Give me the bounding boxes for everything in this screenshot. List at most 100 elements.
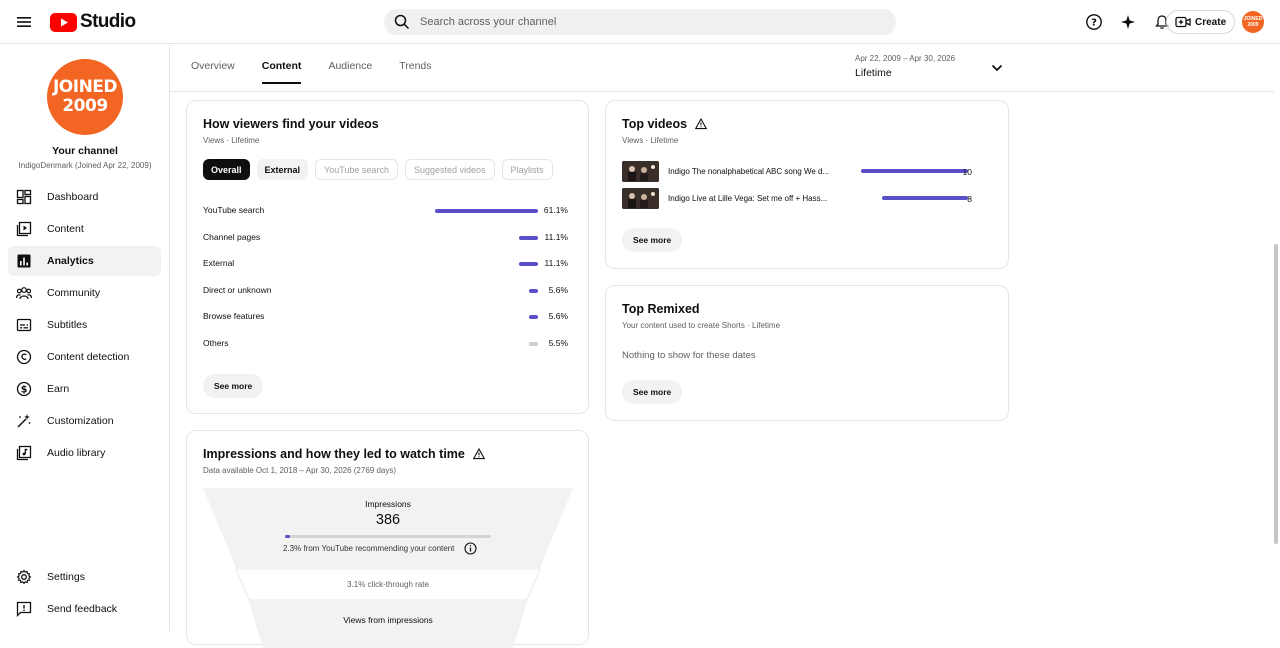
video-thumbnail[interactable] <box>622 161 659 182</box>
subtitles-icon <box>16 317 32 333</box>
traffic-source-bar <box>528 288 538 293</box>
search-input[interactable] <box>420 16 860 28</box>
traffic-source-row[interactable]: Browse features 5.6% <box>203 311 568 325</box>
top-videos-card: Top videos Views · Lifetime Indigo The n… <box>605 100 1009 269</box>
traffic-source-row[interactable]: Others 5.5% <box>203 338 568 352</box>
chip-suggested-videos: Suggested videos <box>404 159 495 180</box>
tab-content[interactable]: Content <box>261 60 302 84</box>
traffic-source-bar <box>519 235 538 240</box>
traffic-source-label: Direct or unknown <box>203 284 272 295</box>
community-icon <box>16 285 32 301</box>
chip-overall[interactable]: Overall <box>203 159 250 180</box>
top-bar: Studio ? Create JOINED 2009 <box>0 0 1280 44</box>
sidebar-item-label: Analytics <box>47 255 94 267</box>
tab-trends[interactable]: Trends <box>399 60 431 84</box>
search-bar[interactable] <box>384 9 896 35</box>
sidebar-item-subtitles[interactable]: Subtitles <box>8 310 161 340</box>
video-thumbnail[interactable] <box>622 188 659 209</box>
warning-icon[interactable] <box>472 448 485 460</box>
page-scrollbar[interactable] <box>1274 244 1278 544</box>
sidebar-item-content[interactable]: Content <box>8 214 161 244</box>
audio-library-icon <box>16 445 32 461</box>
dashboard-icon <box>16 189 32 205</box>
menu-icon[interactable] <box>14 12 34 32</box>
studio-logo[interactable]: Studio <box>50 11 136 33</box>
date-range-picker[interactable]: Apr 22, 2009 – Apr 30, 2026 Lifetime <box>855 54 955 79</box>
top-video-row[interactable]: Indigo Live at Lille Vega: Set me off + … <box>622 188 987 210</box>
video-views-value: 10 <box>962 167 972 177</box>
feedback-icon <box>16 601 32 617</box>
top-video-row[interactable]: Indigo The nonalphabetical ABC song We d… <box>622 161 987 183</box>
card-title-text: Top videos <box>622 117 688 131</box>
traffic-source-label: YouTube search <box>203 205 265 215</box>
channel-avatar[interactable]: JOINED 2009 <box>47 59 123 135</box>
sidebar-item-label: Settings <box>47 571 85 583</box>
logo-text: Studio <box>80 11 136 32</box>
traffic-source-percent: 61.1% <box>543 205 568 215</box>
video-views-bar <box>882 196 968 200</box>
analytics-icon <box>16 253 32 269</box>
traffic-source-row[interactable]: Channel pages 11.1% <box>203 232 568 246</box>
account-avatar-text: JOINED 2009 <box>1243 16 1263 28</box>
help-icon[interactable]: ? <box>1084 12 1104 32</box>
views-from-impressions-label: Views from impressions <box>343 615 433 625</box>
info-icon[interactable] <box>464 542 477 555</box>
date-range-text: Apr 22, 2009 – Apr 30, 2026 <box>855 54 956 63</box>
avatar-line-2: 2009 <box>62 96 108 116</box>
traffic-source-row[interactable]: External 11.1% <box>203 258 568 272</box>
sidebar-item-audio-library[interactable]: Audio library <box>8 438 161 468</box>
sparkle-icon[interactable] <box>1118 12 1138 32</box>
see-more-button[interactable]: See more <box>203 374 264 398</box>
svg-text:$: $ <box>21 385 28 396</box>
sidebar-item-settings[interactable]: Settings <box>8 562 161 592</box>
chevron-down-icon[interactable] <box>990 61 1004 75</box>
magic-wand-icon <box>16 413 32 429</box>
search-icon <box>394 14 410 30</box>
traffic-source-bar <box>519 262 538 267</box>
card-title: Impressions and how they led to watch ti… <box>203 447 485 461</box>
sidebar-item-customization[interactable]: Customization <box>8 406 161 436</box>
create-button[interactable]: Create <box>1166 10 1236 34</box>
video-views-value: 8 <box>967 194 972 204</box>
see-more-button[interactable]: See more <box>622 380 683 404</box>
card-subtitle: Views · Lifetime <box>622 136 679 145</box>
sidebar-item-dashboard[interactable]: Dashboard <box>8 182 161 212</box>
ctr-text: 3.1% click-through rate <box>347 580 429 589</box>
warning-icon[interactable] <box>695 118 708 130</box>
traffic-source-bar <box>528 342 538 346</box>
sidebar-item-analytics[interactable]: Analytics <box>8 246 161 276</box>
impressions-funnel: Impressions 386 2.3% from YouTube recomm… <box>203 488 573 648</box>
card-subtitle: Your content used to create Shorts · Lif… <box>622 321 781 330</box>
create-label: Create <box>1195 16 1227 28</box>
dollar-icon: $ <box>16 381 32 397</box>
sidebar-item-label: Audio library <box>47 447 106 459</box>
card-title: Top videos <box>622 117 708 131</box>
chip-playlists: Playlists <box>501 159 553 180</box>
top-icons: ? <box>1084 12 1172 32</box>
impressions-card: Impressions and how they led to watch ti… <box>186 430 589 648</box>
sidebar-item-community[interactable]: Community <box>8 278 161 308</box>
chip-external[interactable]: External <box>256 159 309 180</box>
traffic-source-row[interactable]: Direct or unknown 5.6% <box>203 285 568 299</box>
sidebar: JOINED 2009 Your channel IndigoDenmark (… <box>0 45 170 631</box>
traffic-source-row[interactable]: YouTube search 61.1% <box>203 205 568 219</box>
video-title[interactable]: Indigo Live at Lille Vega: Set me off + … <box>668 194 827 203</box>
account-avatar[interactable]: JOINED 2009 <box>1242 11 1264 33</box>
top-remixed-card: Top Remixed Your content used to create … <box>605 285 1009 421</box>
sidebar-item-label: Earn <box>47 383 70 395</box>
traffic-source-percent: 5.6% <box>548 284 568 295</box>
tab-overview[interactable]: Overview <box>191 60 235 84</box>
card-subtitle: Views · Lifetime <box>203 136 260 145</box>
sidebar-item-earn[interactable]: $ Earn <box>8 374 161 404</box>
card-title-text: Impressions and how they led to watch ti… <box>203 447 465 461</box>
date-range-label: Lifetime <box>855 67 892 79</box>
traffic-source-label: External <box>203 258 235 269</box>
tab-audience[interactable]: Audience <box>328 60 372 84</box>
see-more-button[interactable]: See more <box>622 228 683 252</box>
sidebar-item-content-detection[interactable]: Content detection <box>8 342 161 372</box>
traffic-source-label: Others <box>203 338 229 348</box>
sidebar-item-send-feedback[interactable]: Send feedback <box>8 594 161 624</box>
video-title[interactable]: Indigo The nonalphabetical ABC song We d… <box>668 167 829 176</box>
svg-text:?: ? <box>1091 18 1097 29</box>
sidebar-item-label: Send feedback <box>47 603 118 615</box>
